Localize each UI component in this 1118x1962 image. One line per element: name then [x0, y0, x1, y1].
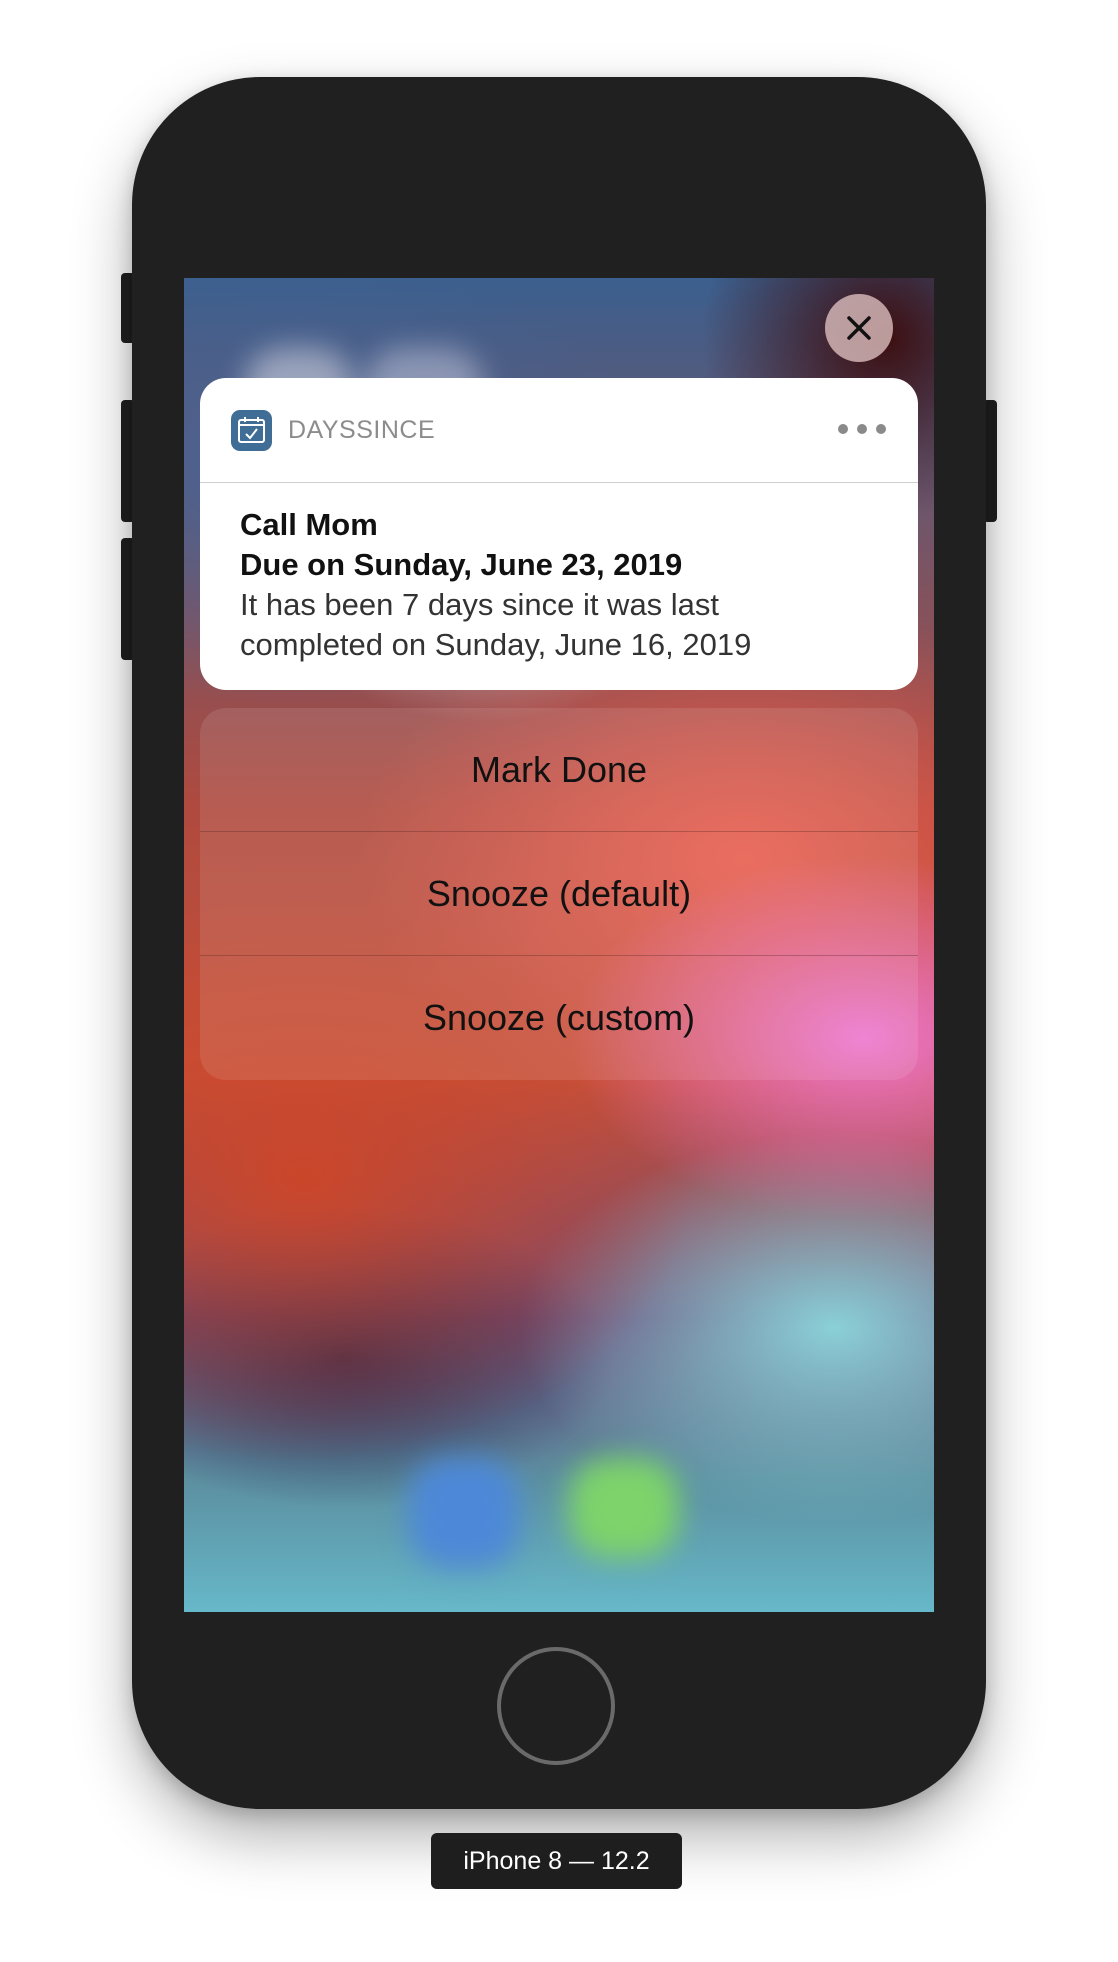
blurred-dock-icon [569, 1458, 679, 1558]
home-button[interactable] [497, 1647, 615, 1765]
notification-title: Call Mom [240, 507, 378, 542]
device-label: iPhone 8 — 12.2 [431, 1833, 682, 1889]
blurred-dock-icon [409, 1458, 519, 1568]
close-button[interactable] [825, 294, 893, 362]
notification-body: Call Mom Due on Sunday, June 23, 2019 It… [200, 483, 918, 665]
snooze-custom-button[interactable]: Snooze (custom) [200, 956, 918, 1080]
simulator-stage: DAYSSINCE Call Mom Due on Sunday, June 2… [0, 0, 1118, 1962]
more-button[interactable] [838, 418, 886, 440]
snooze-default-button[interactable]: Snooze (default) [200, 832, 918, 956]
more-icon [876, 424, 886, 434]
notification-subtitle: Due on Sunday, June 23, 2019 [240, 547, 683, 582]
notification-body-text: completed on Sunday, June 16, 2019 [240, 627, 752, 662]
more-icon [838, 424, 848, 434]
app-name: DAYSSINCE [288, 416, 436, 444]
close-icon [847, 316, 871, 340]
notification-body-text: It has been 7 days since it was last [240, 587, 720, 622]
notification-actions: Mark Done Snooze (default) Snooze (custo… [200, 708, 918, 1080]
more-icon [857, 424, 867, 434]
app-icon [231, 410, 272, 451]
notification-card[interactable]: DAYSSINCE Call Mom Due on Sunday, June 2… [200, 378, 918, 690]
mark-done-button[interactable]: Mark Done [200, 708, 918, 832]
notification-header: DAYSSINCE [200, 378, 918, 483]
calendar-check-icon [238, 417, 265, 443]
